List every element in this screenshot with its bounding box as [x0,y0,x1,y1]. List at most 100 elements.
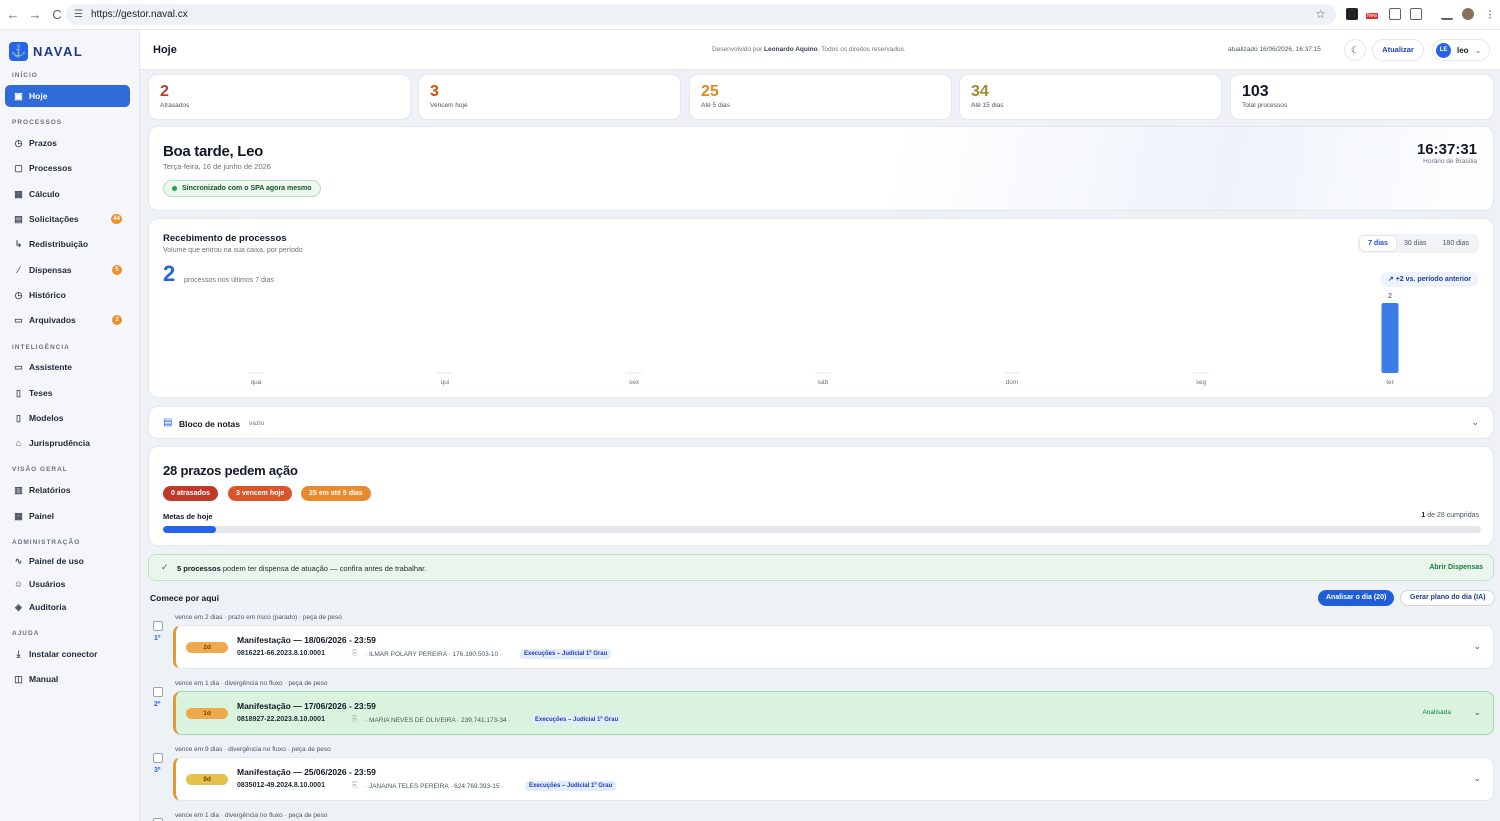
analyze-day-button[interactable]: Analisar o dia (20) [1318,590,1395,606]
book-icon: ▯ [16,387,21,398]
dark-mode-toggle[interactable]: ☾ [1344,39,1366,61]
sidebar-item-calculo[interactable]: ▦ Cálculo [5,183,130,205]
status-dot-icon [172,186,177,191]
goals-progress-fill [163,526,216,533]
back-icon[interactable]: ← [2,7,24,22]
extension-icon[interactable] [1346,8,1358,20]
browser-menu-icon[interactable]: ⋮ [1484,8,1496,20]
sidebar-item-usuarios[interactable]: ☺ Usuários [5,573,130,595]
downloads-icon[interactable] [1441,8,1453,20]
extension-c-icon[interactable] [1389,8,1401,20]
sidebar-item-teses[interactable]: ▯ Teses [5,382,130,404]
chart-tick-label: ter [1386,379,1394,386]
sidebar-item-solicitacoes[interactable]: ▤ Solicitações 44 [5,208,130,230]
process-number[interactable]: 0818927-22.2023.8.10.0001 [237,716,325,723]
process-number[interactable]: 0816221-66.2023.8.10.0001 [237,650,325,657]
sidebar-item-auditoria[interactable]: ◈ Auditoria [5,596,130,618]
stat-card-ate-5-dias[interactable]: 25 Até 5 dias [689,74,952,120]
task-tag: Execuções – Judicial 1º Grau [531,715,623,725]
sidebar-item-arquivados[interactable]: ▭ Arquivados 2 [5,309,130,331]
refresh-button[interactable]: Atualizar [1372,39,1424,61]
copy-icon[interactable]: ⎘ [352,782,358,790]
sidebar-item-manual[interactable]: ◫ Manual [5,668,130,690]
sidebar-item-dispensas[interactable]: ⁄ Dispensas 5 [5,259,130,281]
profile-avatar[interactable] [1462,8,1474,20]
task-checkbox[interactable] [153,687,163,697]
stat-value: 103 [1242,83,1269,100]
reload-icon[interactable]: C [46,7,68,22]
open-dispensas-link[interactable]: Abrir Dispensas [1429,564,1483,571]
chevron-down-icon[interactable]: ⌄ [1473,641,1481,652]
pill-atrasados[interactable]: 0 atrasados [163,486,218,501]
task-title: Manifestação — 18/06/2026 - 23:59 [237,635,376,645]
user-menu[interactable]: LE leo ⌄ [1432,39,1490,61]
sidebar-item-label: Processos [29,163,72,173]
sidebar-item-label: Modelos [29,413,64,423]
calculator-icon: ▦ [14,188,23,199]
sidebar-item-label: Assistente [29,362,72,372]
copy-icon[interactable]: ⎘ [352,716,358,724]
stat-label: Total processos [1242,102,1288,109]
brand[interactable]: ⚓ NAVAL [9,42,83,61]
copy-icon[interactable]: ⎘ [352,650,358,658]
sidebar-item-redistribuicao[interactable]: ↳ Redistribuição [5,233,130,255]
greeting-card: Boa tarde, Leo Terça-feira, 16 de junho … [148,126,1494,211]
stat-card-atrasados[interactable]: 2 Atrasados [148,74,411,120]
chevron-down-icon[interactable]: ⌄ [1471,417,1479,428]
period-option-30-dias[interactable]: 30 dias [1396,236,1435,251]
sidebar-item-instalar-conector[interactable]: ⤓ Instalar conector [5,643,130,665]
address-bar[interactable]: ☰ https://gestor.naval.cx ☆ [66,4,1336,25]
sidebar-item-processos[interactable]: ▢ Processos [5,157,130,179]
sidebar-item-prazos[interactable]: ◷ Prazos [5,132,130,154]
period-option-180-dias[interactable]: 180 dias [1435,236,1477,251]
deadlines-title: 28 prazos pedem ação [163,463,298,478]
bar-chart-icon: ▥ [14,484,23,495]
sidebar-item-jurisprudencia[interactable]: ⌂ Jurisprudência [5,432,130,454]
calendar-icon: ▣ [14,90,23,101]
bookmark-star-icon[interactable]: ☆ [1315,7,1326,21]
sidebar-item-label: Solicitações [29,214,79,224]
alert-message: 5 processos podem ter dispensa de atuaçã… [177,564,426,573]
pill-ate-5-dias[interactable]: 25 em até 5 dias [301,486,371,501]
extensions-puzzle-icon[interactable] [1410,8,1422,20]
sidebar-item-label: Prazos [29,138,57,148]
sidebar-item-modelos[interactable]: ▯ Modelos [5,407,130,429]
days-left-badge: 1d [186,708,228,719]
stat-card-total-processos[interactable]: 103 Total processos [1230,74,1494,120]
receipts-total: 2 [163,261,176,286]
notes-panel[interactable]: ▤ Bloco de notas vazio ⌄ [148,406,1494,439]
sidebar-item-label: Manual [29,674,59,684]
forward-icon[interactable]: → [24,7,46,22]
task-checkbox[interactable] [153,753,163,763]
process-number[interactable]: 0835012-49.2024.8.10.0001 [237,782,325,789]
trend-up-icon: ↗ [1387,276,1394,283]
stat-card-ate-15-dias[interactable]: 34 Até 15 dias [959,74,1222,120]
task-row[interactable]: 9d Manifestação — 25/06/2026 - 23:59 083… [173,757,1494,801]
url-text[interactable]: https://gestor.naval.cx [91,9,188,20]
generate-plan-button[interactable]: Gerar plano do dia (IA) [1400,590,1496,606]
chevron-down-icon[interactable]: ⌄ [1473,773,1481,784]
sidebar-item-label: Hoje [29,91,48,101]
task-checkbox[interactable] [153,621,163,631]
sidebar: ⚓ NAVAL INÍCIO ▣ Hoje PROCESSOS ◷ Prazos ▢… [0,30,140,821]
download-icon: ⤓ [16,648,21,659]
task-title: Manifestação — 25/06/2026 - 23:59 [237,767,376,777]
task-row[interactable]: 2d Manifestação — 18/06/2026 - 23:59 081… [173,625,1494,669]
count-badge: 2 [112,315,122,325]
stat-value: 2 [160,83,169,100]
task-row[interactable]: 1d Manifestação — 17/06/2026 - 23:59 081… [173,691,1494,735]
extension-new-icon[interactable]: New [1366,8,1380,20]
site-settings-icon[interactable]: ☰ [74,9,83,20]
new-badge: New [1366,13,1379,19]
sidebar-item-relatorios[interactable]: ▥ Relatórios [5,479,130,501]
sidebar-item-label: Instalar conector [29,649,98,659]
pill-vencem-hoje[interactable]: 3 vencem hoje [228,486,293,501]
chevron-down-icon[interactable]: ⌄ [1473,707,1481,718]
sidebar-item-hoje[interactable]: ▣ Hoje [5,85,130,107]
sidebar-item-painel[interactable]: ▦ Painel [5,505,130,527]
period-option-7-dias[interactable]: 7 dias [1360,236,1396,251]
sidebar-item-assistente[interactable]: ▭ Assistente [5,356,130,378]
stat-card-vencem-hoje[interactable]: 3 Vencem hoje [418,74,681,120]
sidebar-item-historico[interactable]: ◷ Histórico [5,284,130,306]
sidebar-item-painel-de-uso[interactable]: ∿ Painel de uso [5,550,130,572]
